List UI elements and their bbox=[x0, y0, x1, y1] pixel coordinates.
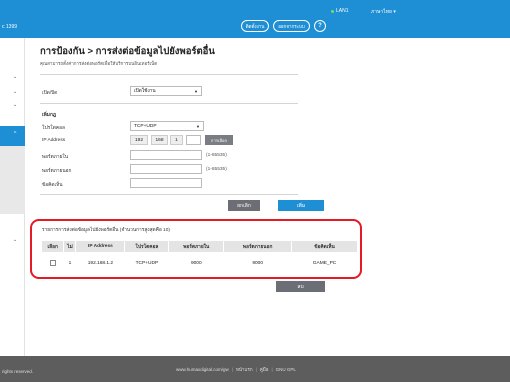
sidebar-item-active[interactable]: ^ bbox=[0, 126, 25, 146]
top-bar: c 1399 LAN1 ภาษาไทย ▾ ติดตั้งงาน ออกจากร… bbox=[0, 0, 510, 38]
footer-manual-link[interactable]: คู่มือ bbox=[260, 366, 269, 373]
caret-down-icon: ▼ bbox=[194, 89, 198, 94]
external-port-input[interactable] bbox=[130, 164, 202, 174]
internal-port-input[interactable] bbox=[130, 150, 202, 160]
divider bbox=[40, 74, 298, 75]
divider bbox=[40, 194, 298, 195]
page-subtitle: คุณสามารถตั้งค่าการส่งต่อพอร์ตเพื่อให้บร… bbox=[40, 61, 158, 66]
page-title: การป้องกัน > การส่งต่อข้อมูลไปยังพอร์ตอื… bbox=[40, 46, 215, 57]
internal-port-range: (1-65535) bbox=[206, 153, 227, 158]
footer-url-link[interactable]: www.humaxdigital.com/gw bbox=[176, 367, 229, 372]
protocol-label: โปรโตคอล bbox=[42, 126, 65, 131]
footer-home-link[interactable]: หน้าแรก bbox=[236, 366, 253, 373]
protocol-select[interactable]: TCP+UDP ▼ bbox=[130, 121, 204, 131]
lan-label: LAN1 bbox=[336, 8, 349, 14]
separator: | bbox=[255, 367, 257, 372]
cancel-button[interactable]: ยกเลิก bbox=[228, 200, 260, 211]
internal-port-label: พอร์ตภายใน bbox=[42, 155, 69, 160]
enable-label: เปิด/ปิด bbox=[42, 91, 58, 96]
add-button[interactable]: เพิ่ม bbox=[278, 200, 324, 211]
ip-octet-2: 168 bbox=[151, 135, 168, 145]
select-ip-button[interactable]: การเลือก bbox=[205, 135, 233, 145]
footer: rights reserved. www.humaxdigital.com/gw… bbox=[0, 356, 510, 382]
add-rule-heading: เพิ่มกฎ bbox=[42, 113, 57, 118]
chevron-down-icon[interactable]: ⌄ bbox=[13, 237, 17, 243]
chevron-up-icon: ^ bbox=[14, 131, 17, 137]
chevron-down-icon[interactable]: ⌄ bbox=[13, 89, 17, 95]
sidebar-submenu bbox=[0, 146, 25, 214]
protocol-select-value: TCP+UDP bbox=[134, 123, 157, 129]
model-label: c 1399 bbox=[2, 24, 18, 30]
language-selector[interactable]: ภาษาไทย ▾ bbox=[371, 8, 396, 16]
help-button[interactable]: ? bbox=[314, 20, 326, 32]
ip-label: IP Address bbox=[42, 138, 66, 143]
caret-down-icon: ▾ bbox=[393, 9, 396, 15]
external-port-label: พอร์ตภายนอก bbox=[42, 169, 72, 174]
language-label: ภาษาไทย bbox=[371, 9, 392, 15]
lan-status: LAN1 bbox=[331, 8, 349, 14]
external-port-range: (1-65535) bbox=[206, 167, 227, 172]
separator: | bbox=[231, 367, 233, 372]
comment-input[interactable] bbox=[130, 178, 202, 188]
divider bbox=[40, 103, 298, 104]
ip-octet-1: 192 bbox=[130, 135, 148, 145]
delete-button[interactable]: ลบ bbox=[276, 281, 325, 292]
footer-gpl-link[interactable]: GNU GPL bbox=[276, 367, 296, 372]
status-dot-icon bbox=[331, 9, 334, 13]
caret-down-icon: ▼ bbox=[196, 124, 200, 129]
enable-select-value: เปิดใช้งาน bbox=[134, 89, 156, 94]
separator: | bbox=[271, 367, 273, 372]
copyright-text: rights reserved. bbox=[2, 369, 34, 374]
chevron-down-icon[interactable]: ⌄ bbox=[13, 102, 17, 108]
chevron-down-icon[interactable]: ⌄ bbox=[13, 74, 17, 80]
ip-octet-4-input[interactable] bbox=[186, 135, 201, 145]
comment-label: ข้อคิดเห็น bbox=[42, 183, 63, 188]
logout-button[interactable]: ออกจากระบบ bbox=[273, 20, 310, 32]
connect-button[interactable]: ติดตั้งงาน bbox=[241, 20, 269, 32]
highlight-outline bbox=[30, 219, 362, 279]
enable-select[interactable]: เปิดใช้งาน ▼ bbox=[130, 86, 202, 96]
ip-octet-3: 1 bbox=[170, 135, 183, 145]
